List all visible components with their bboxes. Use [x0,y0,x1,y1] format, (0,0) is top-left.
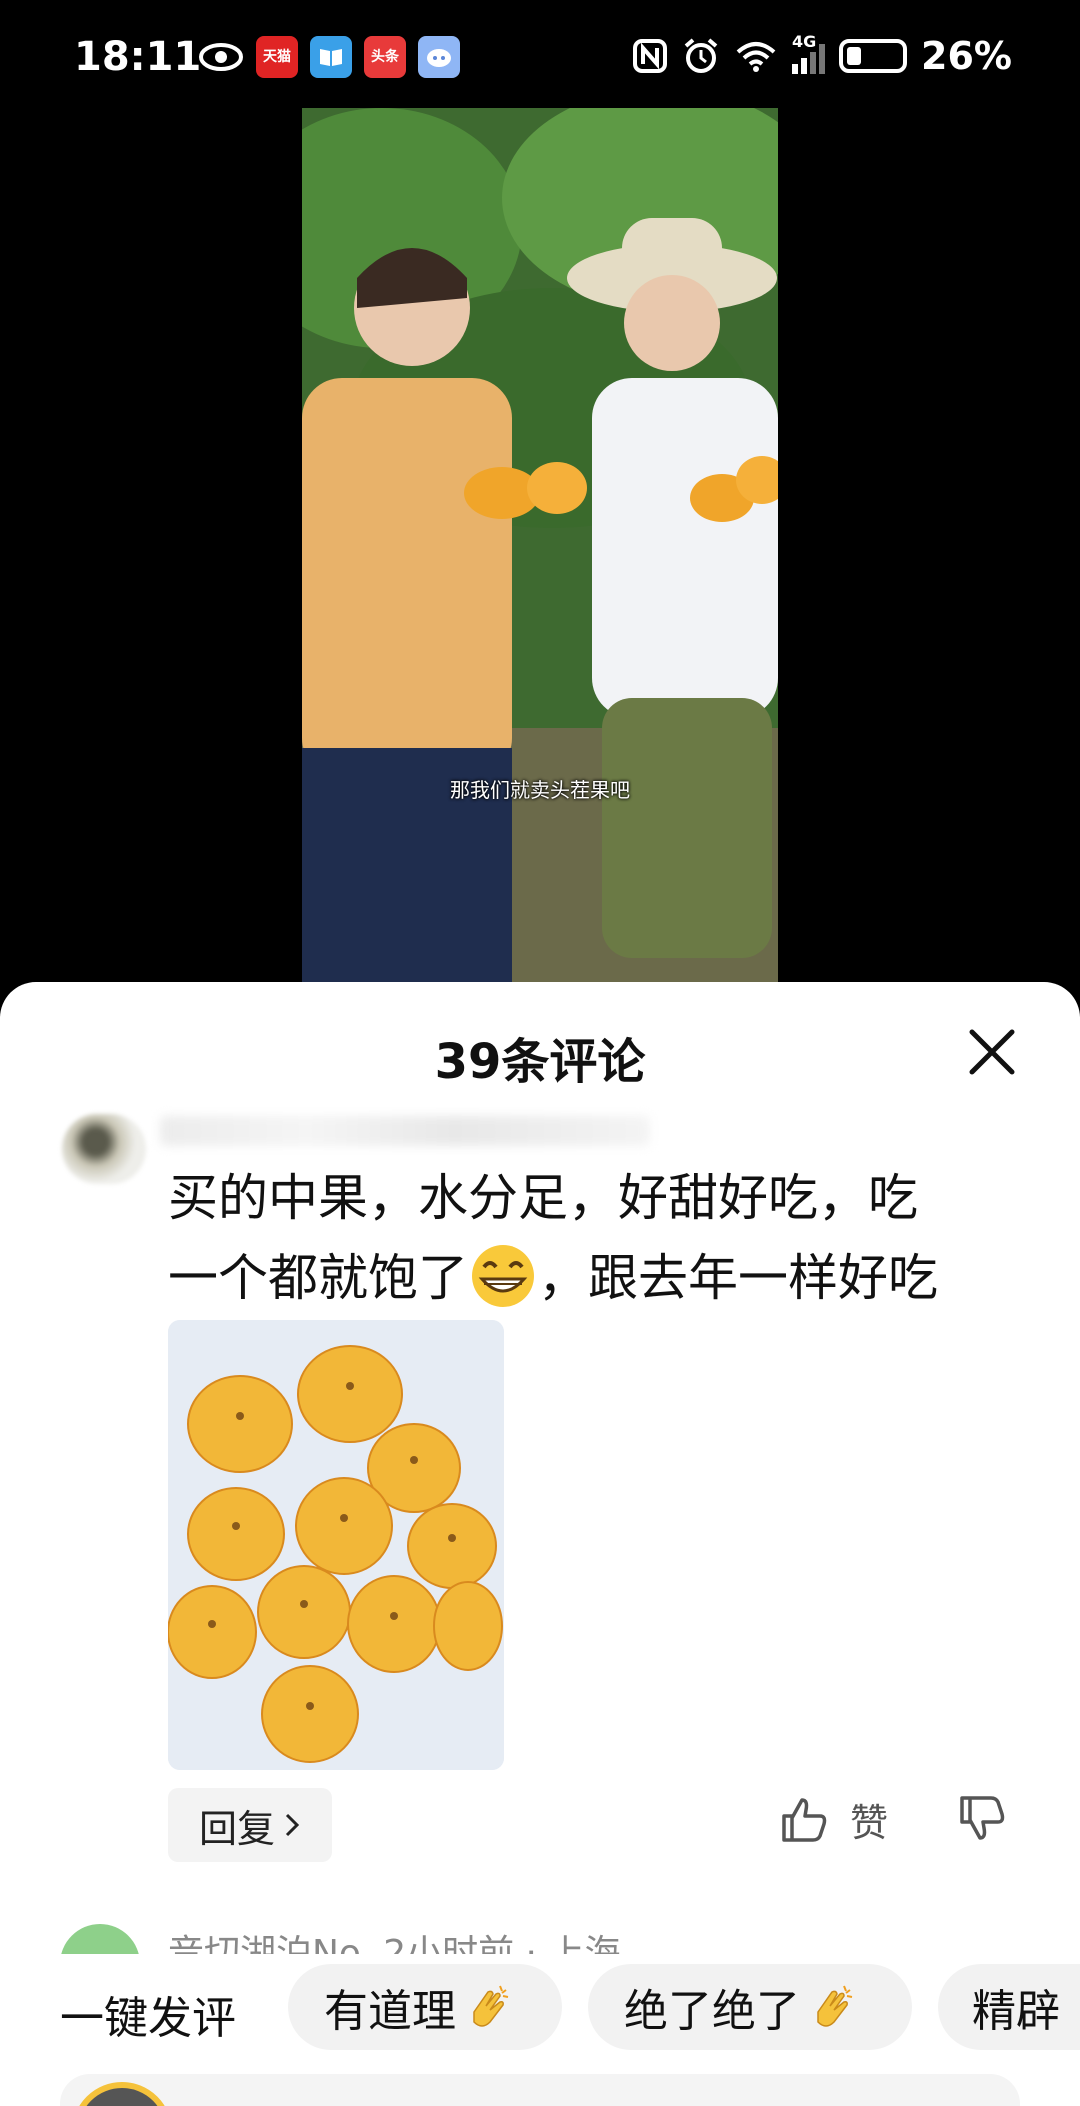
commenter-name[interactable] [160,1116,650,1146]
comment-text: 买的中果，水分足，好甜好吃，吃 一个都就饱了 ，跟去年一样好吃 [168,1158,1028,1318]
book-icon [310,36,352,78]
comment-line-2: 一个都就饱了 ，跟去年一样好吃 [168,1238,1028,1318]
chip-label: 精辟 [972,1986,1060,2037]
thumbs-down-icon[interactable] [956,1792,1008,1844]
comment-image[interactable] [168,1320,504,1770]
battery-percent: 26% [921,34,1012,78]
alarm-icon [684,38,718,73]
reply-label: 回复 [198,1806,275,1851]
battery-icon [839,39,908,73]
chip-label: 绝了绝了 [624,1986,800,2037]
video-subtitle: 那我们就卖头茬果吧 [450,778,630,802]
peaches-photo [168,1320,504,1770]
comment-line-2-part-a: 一个都就饱了 [168,1249,468,1307]
clap-emoji-icon [817,1985,853,2027]
cellular-signal-icon: 4G [792,32,826,74]
status-bar: 18:11 天猫 头条 4G 26% [0,0,1080,110]
assistant-icon [418,36,460,78]
network-type: 4G [792,32,817,51]
toutiao-icon: 头条 [364,36,406,78]
video-frame [302,108,778,984]
avatar[interactable] [72,2082,172,2106]
like-button[interactable]: 赞 [778,1792,888,1847]
next-comment-meta: 音切湖泊No. 2小时前 · 上海 [168,1933,621,1954]
next-comment-preview[interactable]: 音切湖泊No. 2小时前 · 上海 [60,1924,1020,1954]
notification-icons: 天猫 头条 [198,36,460,78]
tmall-icon: 天猫 [256,36,298,78]
quick-reply-label: 一键发评 [60,1993,236,2044]
system-status: 4G 26% [632,32,1012,78]
comments-sheet: 39条评论 买的中果，水分足，好甜好吃，吃 一个都就饱了 ，跟去年一样好吃 回复… [0,982,1080,2106]
thumbs-up-icon [782,1797,827,1842]
clap-emoji-icon [473,1985,509,2027]
nfc-icon [633,39,668,73]
grin-emoji-icon [472,1245,534,1307]
commenter-avatar[interactable] [62,1114,146,1184]
quick-reply-bar: 一键发评 有道理 绝了绝了 精辟 [0,1962,1080,2052]
avatar[interactable] [60,1924,140,1954]
chip-label: 有道理 [324,1986,456,2037]
comment-line-2-part-b: ，跟去年一样好吃 [538,1249,938,1307]
status-time: 18:11 [74,34,202,80]
eye-icon [199,43,243,71]
video-player[interactable]: 那我们就卖头茬果吧 [302,108,778,984]
quick-reply-chip[interactable]: 绝了绝了 [588,1964,912,2050]
like-label: 赞 [850,1801,889,1845]
quick-reply-chip[interactable]: 有道理 [288,1964,562,2050]
comment-input-bar[interactable] [60,2074,1020,2106]
reply-button[interactable]: 回复 [168,1788,332,1862]
close-icon[interactable] [966,1026,1018,1078]
comment-line-1: 买的中果，水分足，好甜好吃，吃 [168,1169,918,1227]
wifi-icon [736,42,776,72]
chevron-right-icon [285,1813,300,1837]
comments-title: 39条评论 [434,1034,646,1090]
quick-reply-chip[interactable]: 精辟 [938,1964,1080,2050]
